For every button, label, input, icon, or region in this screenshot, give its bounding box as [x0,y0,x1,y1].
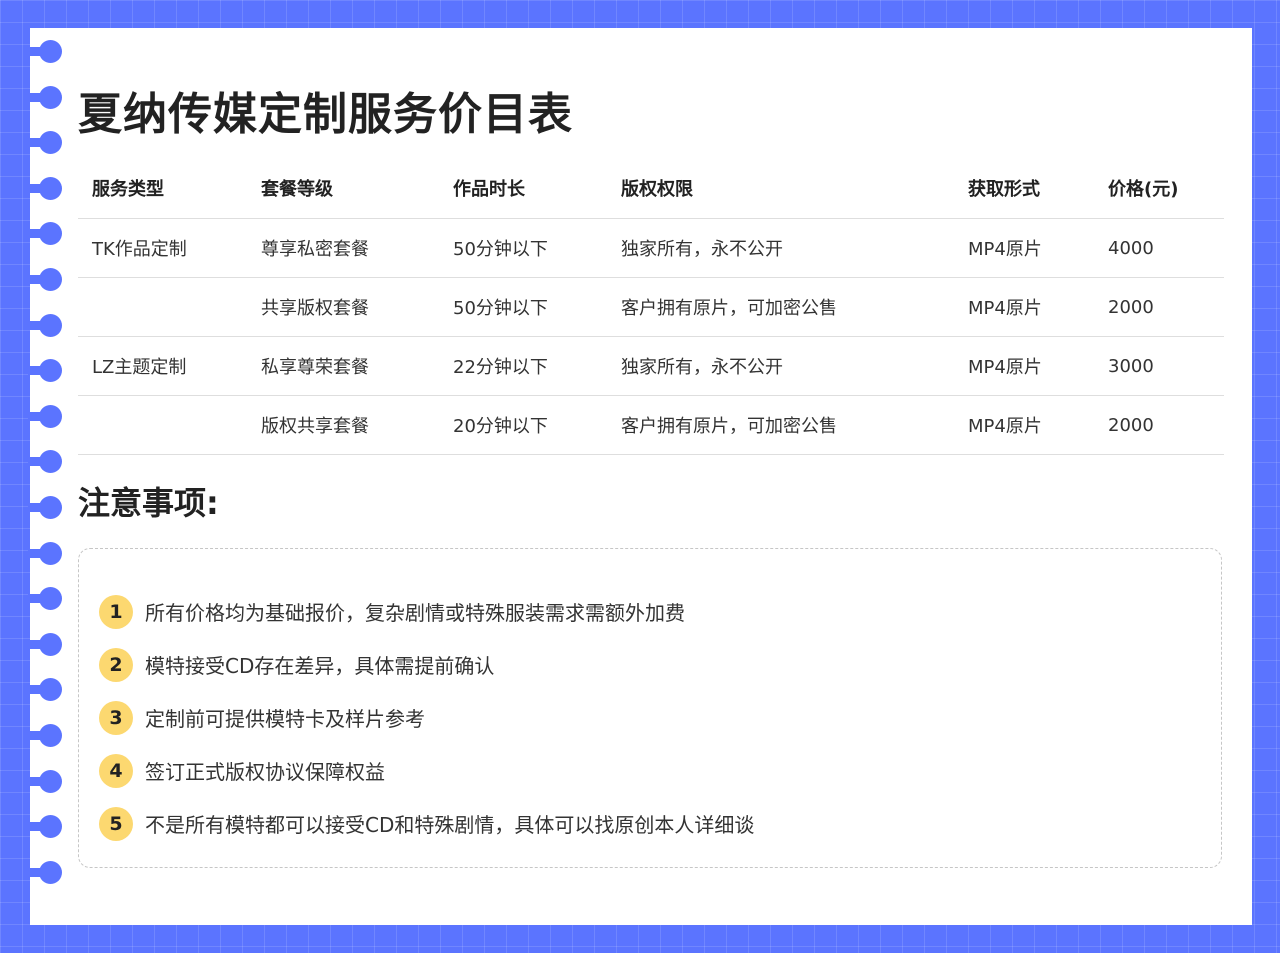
binding-ring [28,724,64,748]
note-item: 2 模特接受CD存在差异，具体需提前确认 [99,638,754,691]
cell-package-level: 版权共享套餐 [247,395,439,455]
cell-duration: 22分钟以下 [439,336,607,396]
binding-ring [28,587,64,611]
cell-duration: 20分钟以下 [439,395,607,455]
binding-ring [28,85,64,110]
table-row: TK作品定制 尊享私密套餐 50分钟以下 独家所有，永不公开 MP4原片 400… [78,218,1224,278]
cell-duration: 50分钟以下 [439,277,607,337]
binding-ring [28,815,64,839]
cell-delivery-format: MP4原片 [954,395,1094,455]
binding-ring [28,222,64,246]
header-package-level: 套餐等级 [247,158,439,219]
note-item: 4 签订正式版权协议保障权益 [99,744,754,797]
note-item: 5 不是所有模特都可以接受CD和特殊剧情，具体可以找原创本人详细谈 [99,797,754,850]
binding-ring [28,176,64,201]
note-number-badge: 3 [99,700,133,735]
binding-ring [28,632,64,657]
header-delivery-format: 获取形式 [954,158,1094,219]
binding-ring [28,359,64,383]
notes-list: 1 所有价格均为基础报价，复杂剧情或特殊服装需求需额外加费 2 模特接受CD存在… [99,585,754,850]
note-text: 模特接受CD存在差异，具体需提前确认 [145,654,495,678]
cell-package-level: 私享尊荣套餐 [247,336,439,396]
note-number-badge: 2 [99,647,133,682]
cell-duration: 50分钟以下 [439,218,607,278]
header-service-type: 服务类型 [78,158,247,219]
binding-ring [28,860,64,885]
note-number-badge: 5 [99,806,133,841]
cell-copyright: 客户拥有原片，可加密公售 [607,277,954,337]
table-row: LZ主题定制 私享尊荣套餐 22分钟以下 独家所有，永不公开 MP4原片 300… [78,336,1224,396]
table-row: 版权共享套餐 20分钟以下 客户拥有原片，可加密公售 MP4原片 2000 [78,395,1224,455]
note-text: 不是所有模特都可以接受CD和特殊剧情，具体可以找原创本人详细谈 [145,813,755,837]
header-price: 价格(元) [1094,158,1224,219]
cell-delivery-format: MP4原片 [954,336,1094,396]
cell-copyright: 独家所有，永不公开 [607,218,954,278]
header-copyright: 版权权限 [607,158,954,219]
binding-ring [28,769,64,794]
cell-delivery-format: MP4原片 [954,277,1094,337]
note-item: 1 所有价格均为基础报价，复杂剧情或特殊服装需求需额外加费 [99,585,754,638]
notebook-binding-rings [28,40,64,920]
table-header-row: 服务类型 套餐等级 作品时长 版权权限 获取形式 价格(元) [78,158,1224,219]
cell-copyright: 独家所有，永不公开 [607,336,954,396]
note-number-badge: 4 [99,753,133,788]
cell-package-level: 共享版权套餐 [247,277,439,337]
notes-title: 注意事项: [78,484,219,522]
note-text: 所有价格均为基础报价，复杂剧情或特殊服装需求需额外加费 [145,601,685,625]
binding-ring [28,450,64,474]
page-title: 夏纳传媒定制服务价目表 [78,89,573,140]
cell-price: 3000 [1094,336,1224,396]
note-text: 定制前可提供模特卡及样片参考 [145,707,425,731]
cell-service-type: TK作品定制 [78,218,247,278]
note-text: 签订正式版权协议保障权益 [145,760,385,784]
binding-ring [28,131,64,155]
binding-ring [28,496,64,520]
notes-box: 1 所有价格均为基础报价，复杂剧情或特殊服装需求需额外加费 2 模特接受CD存在… [78,548,1222,868]
cell-price: 2000 [1094,395,1224,455]
cell-price: 4000 [1094,218,1224,278]
cell-package-level: 尊享私密套餐 [247,218,439,278]
cell-copyright: 客户拥有原片，可加密公售 [607,395,954,455]
cell-service-type [78,277,247,337]
binding-ring [28,313,64,338]
price-table: 服务类型 套餐等级 作品时长 版权权限 获取形式 价格(元) TK作品定制 尊享… [78,158,1224,455]
cell-price: 2000 [1094,277,1224,337]
cell-service-type: LZ主题定制 [78,336,247,396]
binding-ring [28,678,64,702]
binding-ring [28,541,64,566]
binding-ring [28,40,64,64]
binding-ring [28,404,64,429]
note-item: 3 定制前可提供模特卡及样片参考 [99,691,754,744]
table-row: 共享版权套餐 50分钟以下 客户拥有原片，可加密公售 MP4原片 2000 [78,277,1224,337]
binding-ring [28,268,64,292]
header-duration: 作品时长 [439,158,607,219]
cell-service-type [78,395,247,455]
cell-delivery-format: MP4原片 [954,218,1094,278]
note-number-badge: 1 [99,594,133,629]
